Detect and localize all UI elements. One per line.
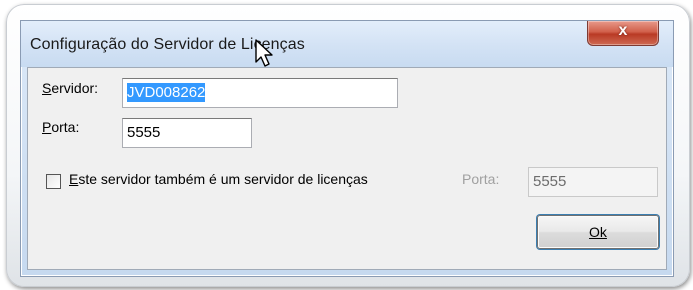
dialog-client-area: Servidor: JVD008262 Porta: 5555 Este ser…	[27, 67, 667, 270]
server-input[interactable]: JVD008262	[122, 78, 398, 108]
license-server-checkbox-label[interactable]: Este servidor também é um servidor de li…	[69, 171, 368, 187]
ok-button-label: Ok	[589, 224, 607, 240]
license-port-input[interactable]: 5555	[528, 167, 658, 197]
license-server-checkbox-label-text: ste servidor também é um servidor de lic…	[78, 171, 368, 187]
license-server-checkbox[interactable]	[46, 174, 61, 189]
port-label-text: orta:	[51, 119, 80, 135]
close-icon: x	[618, 22, 628, 39]
ok-button[interactable]: Ok	[537, 215, 659, 249]
server-label: Servidor:	[42, 80, 99, 96]
title-bar[interactable]: Configuração do Servidor de Licenças x	[21, 21, 673, 67]
license-port-label: Porta:	[462, 171, 500, 187]
port-input[interactable]: 5555	[122, 118, 252, 148]
server-label-text: ervidor:	[51, 80, 99, 96]
mouse-cursor-icon	[255, 39, 273, 67]
port-input-value: 5555	[127, 124, 161, 141]
license-port-input-value: 5555	[533, 173, 567, 190]
port-label: Porta:	[42, 119, 80, 135]
server-input-value: JVD008262	[127, 83, 206, 102]
dialog-window: Configuração do Servidor de Licenças x S…	[20, 20, 674, 277]
frame-reflection	[10, 6, 680, 20]
close-button[interactable]: x	[587, 21, 659, 46]
